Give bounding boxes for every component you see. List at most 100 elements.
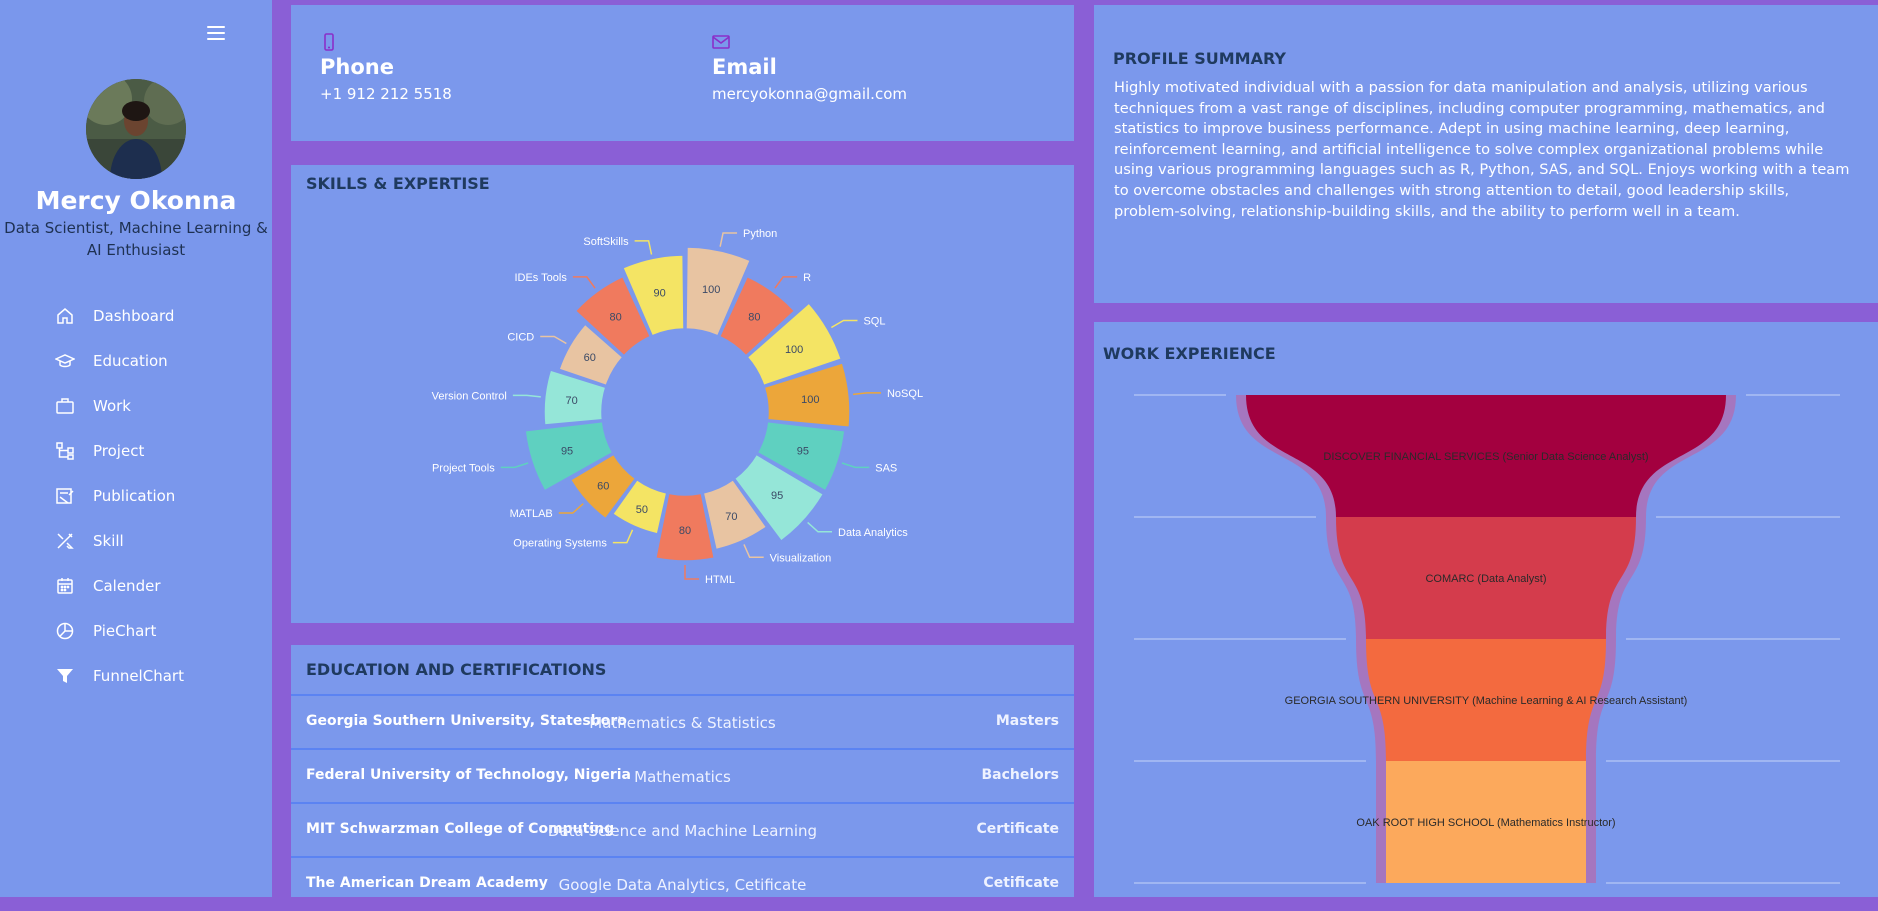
nav-item-skill[interactable]: Skill: [0, 518, 272, 563]
phone-icon: [324, 33, 334, 51]
avatar: [86, 79, 186, 179]
profile-summary-text: Highly motivated individual with a passi…: [1114, 79, 1850, 220]
email-label: Email: [712, 55, 777, 79]
donut-leader-line: [830, 319, 858, 329]
donut-category-label: NoSQL: [887, 388, 923, 400]
edu-degree: Cetificate: [983, 875, 1059, 891]
donut-value-label: 60: [597, 481, 609, 493]
donut-category-label: Version Control: [432, 390, 507, 402]
donut-value-label: 70: [725, 511, 737, 523]
education-title: EDUCATION AND CERTIFICATIONS: [306, 660, 607, 679]
donut-value-label: 100: [785, 344, 803, 356]
donut-leader-line: [634, 240, 653, 255]
nav-item-label: Education: [93, 351, 168, 370]
sidebar: Mercy Okonna Data Scientist, Machine Lea…: [0, 0, 272, 897]
contact-card: Phone +1 912 212 5518 Email mercyokonna@…: [291, 5, 1074, 141]
funnel-stage-label: DISCOVER FINANCIAL SERVICES (Senior Data…: [1323, 451, 1648, 463]
table-row: MIT Schwarzman College of Computing Data…: [291, 802, 1074, 857]
donut-leader-line: [719, 232, 738, 247]
donut-value-label: 95: [771, 490, 783, 502]
donut-category-label: Data Analytics: [838, 527, 908, 539]
nav-item-label: Project: [93, 441, 145, 460]
table-row: Federal University of Technology, Nigeri…: [291, 748, 1074, 803]
donut-leader-line: [684, 565, 699, 580]
nav-item-calendar[interactable]: Calender: [0, 563, 272, 608]
donut-value-label: 100: [801, 394, 819, 406]
edu-field: Mathematics: [634, 768, 731, 786]
phone-block: Phone +1 912 212 5518: [320, 33, 452, 103]
donut-value-label: 90: [654, 288, 666, 300]
donut-category-label: MATLAB: [510, 508, 553, 520]
donut-category-label: Python: [743, 228, 777, 240]
nav-item-label: Skill: [93, 531, 124, 550]
donut-value-label: 95: [561, 445, 573, 457]
table-row: The American Dream Academy Google Data A…: [291, 856, 1074, 911]
donut-value-label: 50: [636, 504, 648, 516]
tools-icon: [57, 532, 74, 549]
graduation-cap-icon: [55, 353, 75, 367]
user-title: Data Scientist, Machine Learning & AI En…: [4, 219, 268, 259]
nav-item-label: Publication: [93, 486, 176, 505]
nav-item-publication[interactable]: Publication: [0, 473, 272, 518]
donut-category-label: CICD: [507, 332, 534, 344]
work-funnel-chart: DISCOVER FINANCIAL SERVICES (Senior Data…: [1134, 394, 1840, 884]
project-tree-icon: [56, 441, 74, 460]
home-icon: [57, 307, 73, 324]
donut-category-label: IDEs Tools: [514, 272, 567, 284]
table-row: Georgia Southern University, Statesboro …: [291, 694, 1074, 749]
edu-degree: Certificate: [976, 821, 1059, 837]
edu-degree: Masters: [995, 713, 1059, 729]
work-card: WORK EXPERIENCE DISCOVER FINANCIAL SERVI…: [1094, 322, 1878, 897]
edu-degree: Bachelors: [981, 767, 1059, 783]
donut-category-label: SoftSkills: [583, 236, 629, 248]
nav-item-education[interactable]: Education: [0, 338, 272, 383]
donut-value-label: 80: [679, 525, 691, 537]
skills-card: SKILLS & EXPERTISE 100 Python 80 R 100 SQL 100…: [291, 165, 1074, 623]
donut-leader-line: [512, 394, 541, 398]
donut-leader-line: [743, 544, 764, 559]
donut-leader-line: [612, 529, 634, 544]
email-value[interactable]: mercyokonna@gmail.com: [712, 85, 907, 103]
funnel-icon: [57, 668, 73, 683]
briefcase-icon: [56, 397, 74, 414]
sidebar-nav: Dashboard Education Work Project Publica…: [0, 293, 272, 698]
donut-value-label: 80: [748, 312, 760, 324]
donut-leader-line: [572, 276, 596, 289]
donut-value-label: 95: [797, 445, 809, 457]
nav-item-dashboard[interactable]: Dashboard: [0, 293, 272, 338]
donut-leader-line: [558, 503, 584, 514]
donut-category-label: Operating Systems: [513, 538, 607, 550]
phone-label: Phone: [320, 55, 394, 79]
publication-icon: [56, 487, 74, 504]
edu-field: Mathematics & Statistics: [589, 714, 776, 732]
user-name: Mercy Okonna: [35, 186, 237, 215]
nav-item-piechart[interactable]: PieChart: [0, 608, 272, 653]
donut-leader-line: [807, 521, 833, 533]
skills-donut-chart: 100 Python 80 R 100 SQL 100 NoSQL 95 SAS 95 Data An…: [432, 228, 923, 586]
edu-field: Google Data Analytics, Cetificate: [558, 876, 807, 894]
donut-leader-line: [841, 462, 870, 469]
donut-category-label: Project Tools: [432, 462, 495, 474]
pie-chart-icon: [56, 622, 74, 639]
nav-item-work[interactable]: Work: [0, 383, 272, 428]
nav-item-label: Dashboard: [93, 306, 175, 325]
funnel-stage-label: COMARC (Data Analyst): [1425, 573, 1546, 585]
donut-value-label: 80: [610, 312, 622, 324]
nav-item-project[interactable]: Project: [0, 428, 272, 473]
donut-leader-line: [540, 335, 567, 345]
donut-category-label: SAS: [875, 462, 897, 474]
hamburger-menu-icon[interactable]: [207, 26, 225, 40]
donut-value-label: 70: [565, 395, 577, 407]
nav-item-label: FunnelChart: [93, 666, 184, 685]
funnel-stage-label: GEORGIA SOUTHERN UNIVERSITY (Machine Lea…: [1285, 695, 1688, 707]
donut-leader-line: [852, 392, 881, 396]
education-card: EDUCATION AND CERTIFICATIONS Georgia Sou…: [291, 645, 1074, 897]
donut-value-label: 60: [584, 352, 596, 364]
nav-item-funnelchart[interactable]: FunnelChart: [0, 653, 272, 698]
profile-card: PROFILE SUMMARY Highly motivated individ…: [1094, 5, 1878, 303]
donut-category-label: Visualization: [770, 552, 832, 564]
donut-leader-line: [774, 276, 798, 289]
email-icon: [712, 35, 730, 49]
nav-item-label: Calender: [93, 576, 161, 595]
donut-category-label: R: [803, 272, 811, 284]
